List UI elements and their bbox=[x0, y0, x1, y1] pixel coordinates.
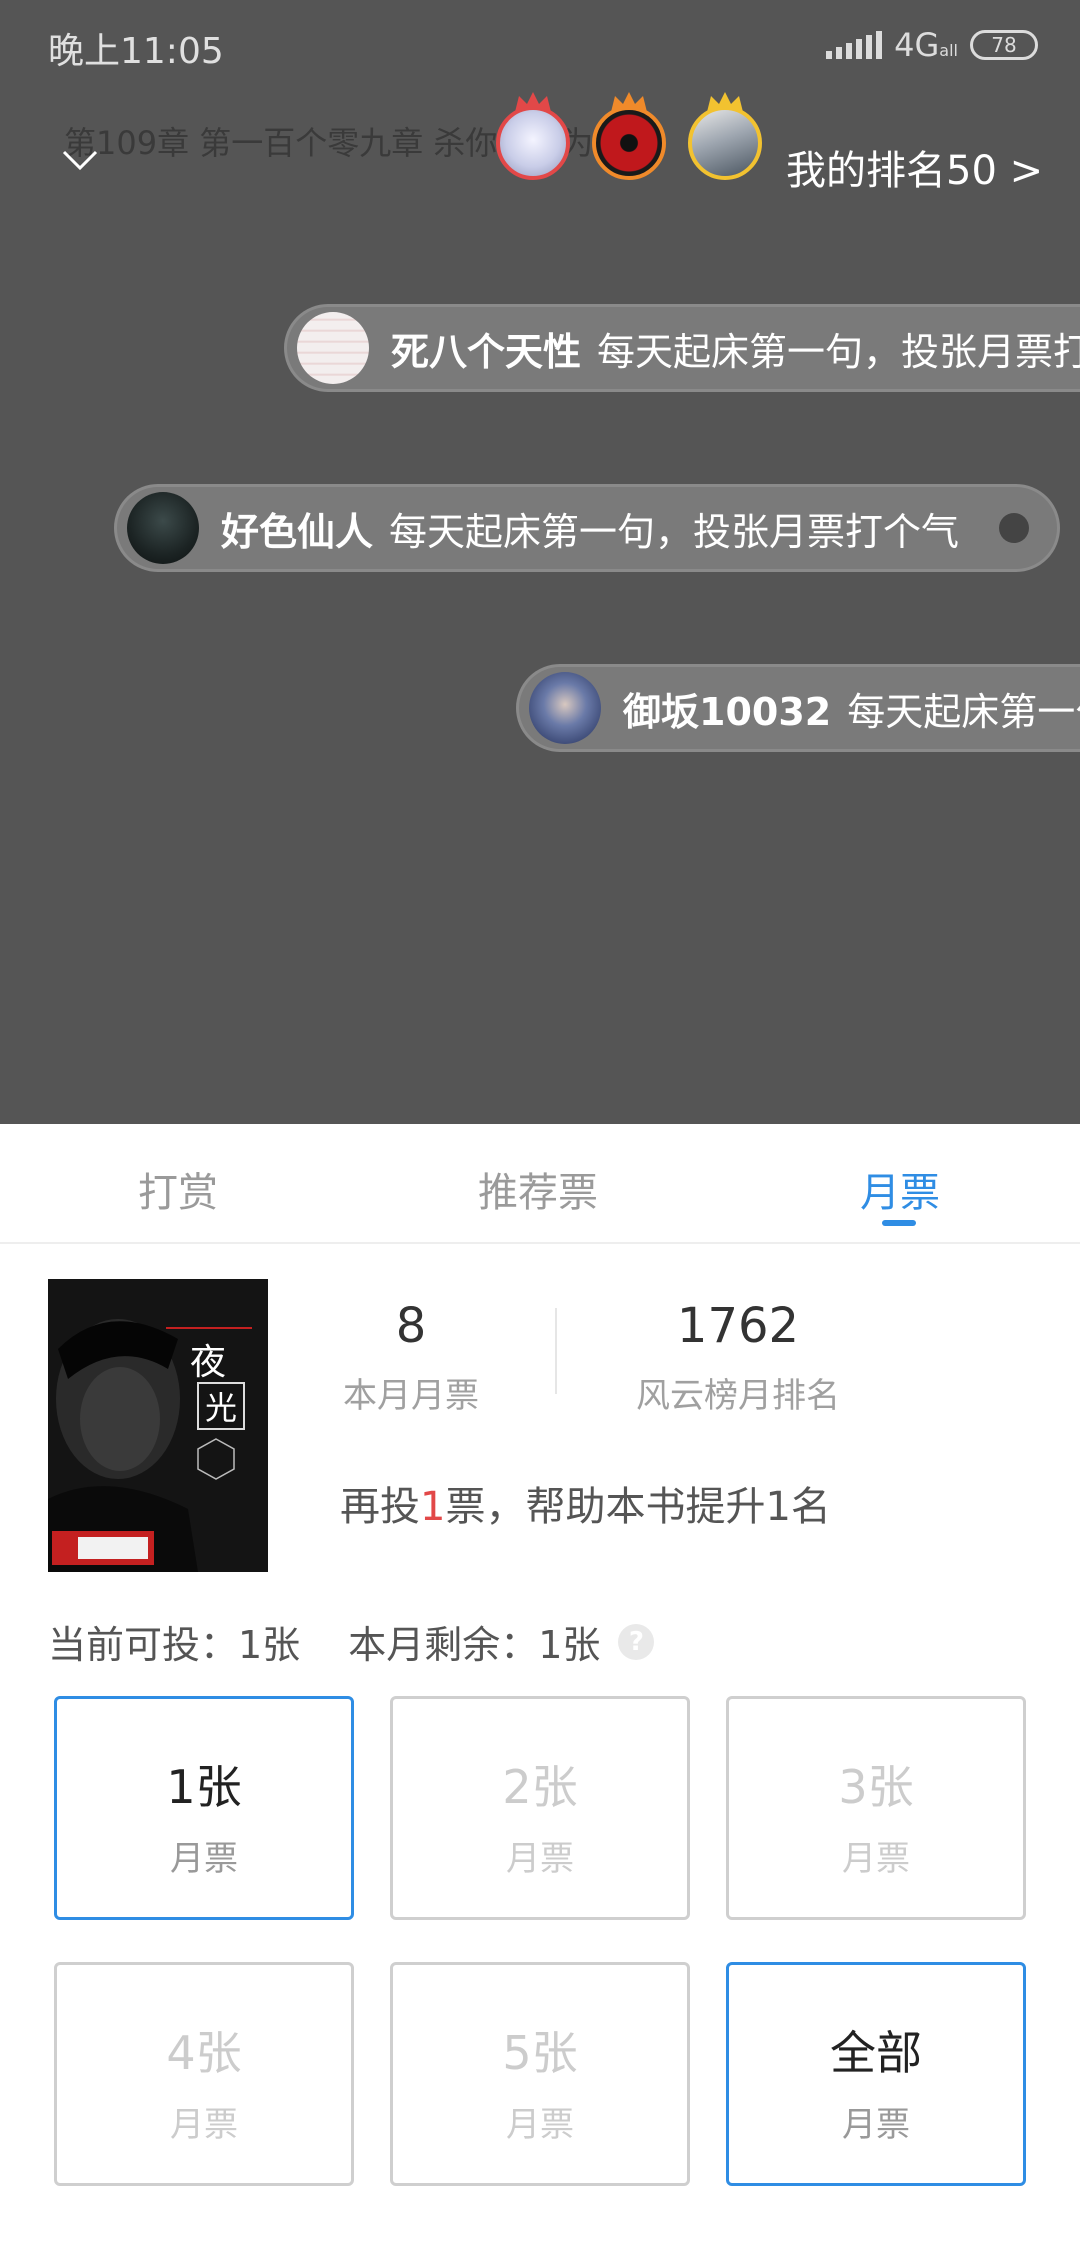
vote-option-all[interactable]: 全部 月票 bbox=[726, 1962, 1026, 2186]
monthly-votes-count: 8 bbox=[395, 1298, 427, 1354]
avatar bbox=[496, 106, 570, 180]
danmaku-user-name: 御坂10032 bbox=[623, 689, 832, 734]
avatar bbox=[297, 312, 369, 384]
chevron-down-icon[interactable] bbox=[58, 138, 102, 182]
signal-icon bbox=[826, 31, 883, 59]
vote-option-3[interactable]: 3张 月票 bbox=[726, 1696, 1026, 1920]
vote-tabs: 打赏 推荐票 月票 bbox=[0, 1124, 1080, 1244]
danmaku-user-name: 好色仙人 bbox=[221, 509, 374, 554]
vote-sheet: 打赏 推荐票 月票 夜 光 8 本月月票 1762 风云榜月排名 再投1票，帮助… bbox=[0, 1124, 1080, 2248]
cover-title-1: 夜 bbox=[190, 1342, 226, 1383]
tab-monthly-ticket[interactable]: 月票 bbox=[860, 1160, 940, 1218]
top-voters[interactable] bbox=[496, 92, 762, 180]
rank-stat: 1762 风云榜月排名 bbox=[608, 1298, 868, 1417]
current-quota: 当前可投：1张 bbox=[48, 1623, 301, 1667]
cover-title-2: 光 bbox=[205, 1389, 237, 1427]
my-rank-link[interactable]: 我的排名50 > bbox=[786, 138, 1043, 196]
monthly-votes-label: 本月月票 bbox=[343, 1376, 479, 1416]
rank-label: 风云榜月排名 bbox=[636, 1376, 840, 1416]
book-cover[interactable]: 夜 光 bbox=[48, 1279, 268, 1572]
network-type: 4Gall bbox=[894, 26, 958, 64]
rank-value: 1762 bbox=[676, 1298, 800, 1354]
tab-reward[interactable]: 打赏 bbox=[138, 1160, 218, 1218]
stat-divider bbox=[555, 1308, 557, 1394]
boost-count: 1 bbox=[420, 1484, 446, 1530]
danmaku-indicator bbox=[999, 513, 1030, 543]
vote-quota: 当前可投：1张 本月剩余：1张 ? bbox=[48, 1614, 655, 1669]
status-indicators: 4Gall 78 bbox=[826, 26, 1038, 64]
avatar bbox=[529, 672, 601, 744]
danmaku-message: 每天起床第一句，投张月票打个气 bbox=[389, 509, 960, 554]
top-voter-avatar[interactable] bbox=[496, 92, 570, 180]
danmaku-message: 每天起床第一句，投张月票打个气 bbox=[597, 329, 1080, 374]
danmaku-user-name: 死八个天性 bbox=[391, 329, 582, 374]
vote-option-4[interactable]: 4张 月票 bbox=[54, 1962, 354, 2186]
monthly-votes-stat: 8 本月月票 bbox=[326, 1298, 496, 1417]
danmaku-message: 每天起床第一句，投张月票打个气 bbox=[847, 689, 1080, 734]
tab-recommend-ticket[interactable]: 推荐票 bbox=[478, 1160, 598, 1218]
top-voter-avatar[interactable] bbox=[688, 92, 762, 180]
danmaku-item: 御坂10032 每天起床第一句，投张月票打个气 bbox=[516, 664, 1080, 752]
status-bar: 晚上11:05 4Gall 78 bbox=[0, 0, 1080, 92]
status-time: 晚上11:05 bbox=[48, 31, 224, 72]
battery-icon: 78 bbox=[970, 30, 1038, 60]
vote-option-2[interactable]: 2张 月票 bbox=[390, 1696, 690, 1920]
danmaku-item: 死八个天性 每天起床第一句，投张月票打个气 bbox=[284, 304, 1080, 392]
boost-hint: 再投1票，帮助本书提升1名 bbox=[340, 1484, 831, 1530]
remaining-quota: 本月剩余：1张 bbox=[348, 1623, 601, 1667]
vote-option-5[interactable]: 5张 月票 bbox=[390, 1962, 690, 2186]
avatar bbox=[127, 492, 199, 564]
active-tab-indicator bbox=[882, 1220, 916, 1226]
avatar bbox=[688, 106, 762, 180]
avatar bbox=[592, 106, 666, 180]
reader-overlay[interactable]: 晚上11:05 4Gall 78 第109章 第一百个零九章 杀你，是为了 我的… bbox=[0, 0, 1080, 1124]
vote-option-1[interactable]: 1张 月票 bbox=[54, 1696, 354, 1920]
danmaku-item: 好色仙人 每天起床第一句，投张月票打个气 bbox=[114, 484, 1061, 572]
help-icon[interactable]: ? bbox=[618, 1623, 655, 1660]
top-voter-avatar[interactable] bbox=[592, 92, 666, 180]
